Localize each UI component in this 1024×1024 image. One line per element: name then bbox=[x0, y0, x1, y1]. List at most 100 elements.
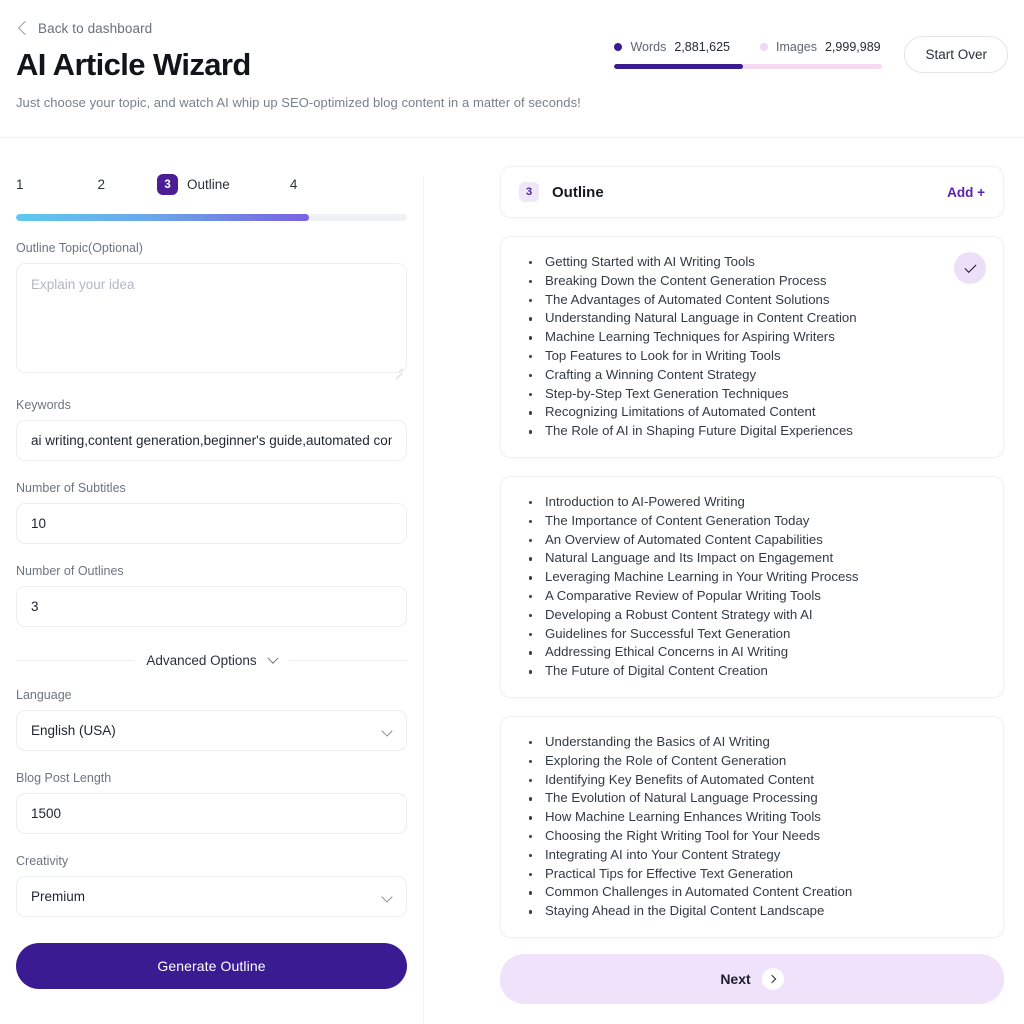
number-of-outlines-label: Number of Outlines bbox=[16, 564, 124, 578]
outline-item: Staying Ahead in the Digital Content Lan… bbox=[523, 902, 985, 921]
keywords-input[interactable] bbox=[16, 420, 407, 461]
outline-item: Addressing Ethical Concerns in AI Writin… bbox=[523, 643, 985, 662]
outline-topic-input[interactable] bbox=[16, 263, 407, 373]
add-outline-button[interactable]: Add + bbox=[947, 185, 985, 200]
words-legend-dot bbox=[614, 43, 623, 51]
language-select[interactable] bbox=[16, 710, 407, 751]
step-4-number: 4 bbox=[289, 177, 298, 192]
outline-card[interactable]: Introduction to AI-Powered Writing The Im… bbox=[500, 475, 1004, 698]
keywords-label: Keywords bbox=[16, 398, 71, 412]
next-button[interactable]: Next bbox=[500, 953, 1004, 1004]
wizard-step-4[interactable]: 4 bbox=[290, 177, 298, 192]
step-3-badge: 3 bbox=[157, 174, 179, 195]
creativity-select-wrap bbox=[16, 876, 407, 917]
outline-item: A Comparative Review of Popular Writing … bbox=[523, 587, 985, 606]
outline-item: Choosing the Right Writing Tool for Your… bbox=[523, 827, 985, 846]
back-to-dashboard-link[interactable]: Back to dashboard bbox=[16, 18, 1008, 38]
advanced-divider-left bbox=[16, 660, 135, 661]
language-field: Language bbox=[16, 688, 407, 751]
outline-item: The Evolution of Natural Language Proces… bbox=[523, 789, 985, 808]
number-of-outlines-field: Number of Outlines bbox=[16, 564, 407, 627]
blog-post-length-field: Blog Post Length bbox=[16, 771, 407, 834]
chevron-down-icon bbox=[267, 652, 279, 664]
chevron-right-icon bbox=[767, 974, 776, 984]
outline-item: Developing a Robust Content Strategy wit… bbox=[523, 606, 985, 625]
outline-item-list: Introduction to AI-Powered Writing The Im… bbox=[523, 493, 985, 681]
outline-item: Breaking Down the Content Generation Pro… bbox=[523, 272, 985, 291]
wizard-progress-track bbox=[16, 214, 407, 221]
wizard-step-2[interactable]: 2 bbox=[98, 177, 106, 192]
usage-progress-fill bbox=[614, 64, 744, 69]
outline-topic-wrap bbox=[16, 263, 407, 378]
outline-item: Practical Tips for Effective Text Genera… bbox=[523, 865, 985, 884]
words-value: 2,881,625 bbox=[674, 40, 730, 54]
outline-item: Natural Language and Its Impact on Engag… bbox=[523, 549, 985, 568]
outline-card[interactable]: Getting Started with AI Writing Tools Bre… bbox=[500, 236, 1004, 458]
advanced-divider-right bbox=[288, 660, 408, 661]
outline-item: Top Features to Look for in Writing Tool… bbox=[523, 347, 985, 366]
wizard-body: 1 2 3 Outline 4 Outline Topic(Optional) … bbox=[0, 138, 1024, 1024]
outline-card[interactable]: Understanding the Basics of AI Writing Ex… bbox=[500, 715, 1004, 938]
outline-item: Machine Learning Techniques for Aspiring… bbox=[523, 328, 985, 347]
check-icon bbox=[963, 260, 977, 273]
generate-outline-button[interactable]: Generate Outline bbox=[16, 943, 407, 989]
usage-legend: Words 2,881,625 Images 2,999,989 bbox=[614, 40, 882, 54]
outline-item: The Future of Digital Content Creation bbox=[523, 662, 985, 681]
creativity-label: Creativity bbox=[16, 854, 69, 868]
outline-item: Identifying Key Benefits of Automated Co… bbox=[523, 771, 985, 790]
number-of-subtitles-input[interactable] bbox=[16, 503, 407, 544]
outline-item: Introduction to AI-Powered Writing bbox=[523, 493, 985, 512]
blog-post-length-label: Blog Post Length bbox=[16, 771, 112, 785]
outline-item: The Role of AI in Shaping Future Digital… bbox=[523, 422, 985, 441]
outline-selected-badge[interactable] bbox=[954, 252, 986, 284]
settings-panel: 1 2 3 Outline 4 Outline Topic(Optional) … bbox=[0, 138, 423, 1024]
advanced-options-label: Advanced Options bbox=[146, 653, 257, 668]
page-header: Back to dashboard AI Article Wizard Just… bbox=[0, 0, 1024, 138]
outline-item: Integrating AI into Your Content Strateg… bbox=[523, 846, 985, 865]
wizard-step-1[interactable]: 1 bbox=[16, 177, 24, 192]
start-over-button[interactable]: Start Over bbox=[904, 36, 1008, 73]
outline-item: The Advantages of Automated Content Solu… bbox=[523, 291, 985, 310]
outline-results-panel: 3 Outline Add + Getting Started with AI … bbox=[423, 138, 1024, 1024]
usage-meter: Words 2,881,625 Images 2,999,989 bbox=[614, 40, 883, 69]
language-select-wrap bbox=[16, 710, 407, 751]
panel-divider bbox=[423, 176, 424, 1024]
outline-topic-field: Outline Topic(Optional) bbox=[16, 241, 407, 378]
outline-item: Getting Started with AI Writing Tools bbox=[523, 253, 985, 272]
images-value: 2,999,989 bbox=[824, 40, 881, 54]
back-to-dashboard-label: Back to dashboard bbox=[38, 20, 153, 36]
images-label: Images bbox=[775, 40, 817, 54]
step-3-label: Outline bbox=[187, 177, 230, 192]
creativity-select[interactable] bbox=[16, 876, 407, 917]
words-label: Words bbox=[630, 40, 667, 54]
outline-step-badge: 3 bbox=[519, 182, 539, 202]
number-of-subtitles-field: Number of Subtitles bbox=[16, 481, 407, 544]
language-label: Language bbox=[16, 688, 72, 702]
outline-item: The Importance of Content Generation Tod… bbox=[523, 512, 985, 531]
outline-item: Guidelines for Successful Text Generatio… bbox=[523, 625, 985, 644]
outline-item: Step-by-Step Text Generation Techniques bbox=[523, 385, 985, 404]
wizard-page: Back to dashboard AI Article Wizard Just… bbox=[0, 0, 1024, 1024]
wizard-progress-fill bbox=[16, 214, 310, 221]
outline-item: Exploring the Role of Content Generation bbox=[523, 752, 985, 771]
keywords-field: Keywords bbox=[16, 398, 407, 461]
number-of-outlines-input[interactable] bbox=[16, 586, 407, 627]
outline-item: Recognizing Limitations of Automated Con… bbox=[523, 403, 985, 422]
advanced-options-toggle[interactable]: Advanced Options bbox=[16, 652, 408, 668]
step-1-number: 1 bbox=[16, 177, 24, 192]
step-indicator: 1 2 3 Outline 4 bbox=[16, 174, 407, 195]
outline-panel-header: 3 Outline Add + bbox=[500, 166, 1004, 218]
step-2-number: 2 bbox=[97, 177, 106, 192]
outline-item: Leveraging Machine Learning in Your Writ… bbox=[523, 568, 985, 587]
next-icon-circle bbox=[761, 967, 784, 990]
outline-item-list: Understanding the Basics of AI Writing Ex… bbox=[523, 733, 985, 921]
number-of-subtitles-label: Number of Subtitles bbox=[16, 481, 126, 495]
header-usage-area: Words 2,881,625 Images 2,999,989 Start O… bbox=[614, 36, 1008, 73]
outline-item: Crafting a Winning Content Strategy bbox=[523, 366, 985, 385]
wizard-step-3[interactable]: 3 Outline bbox=[157, 174, 230, 195]
blog-post-length-input[interactable] bbox=[16, 793, 407, 834]
outline-item: Understanding the Basics of AI Writing bbox=[523, 733, 985, 752]
creativity-field: Creativity bbox=[16, 854, 407, 917]
outline-item: An Overview of Automated Content Capabil… bbox=[523, 531, 985, 550]
images-legend-dot bbox=[759, 43, 768, 51]
